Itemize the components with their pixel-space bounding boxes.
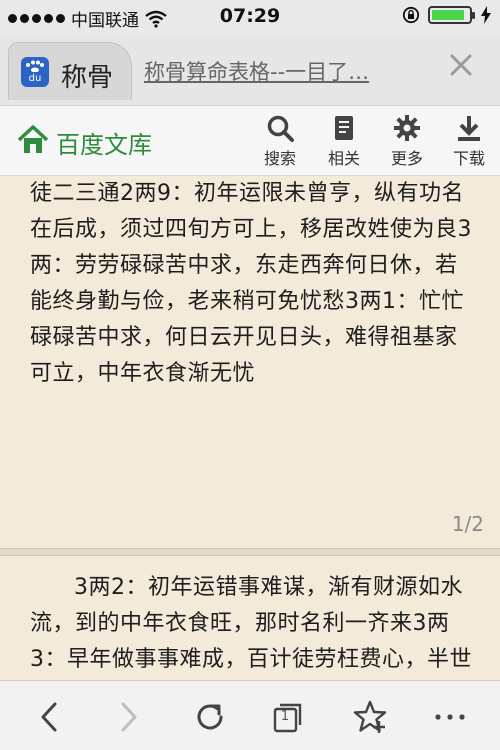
download-button[interactable]: 下载: [443, 114, 495, 169]
document-text: 徒二三通2两9：初年运限未曾亨，纵有功名在后成，须过四旬方可上，移居改姓使为良3…: [30, 181, 472, 386]
wenku-header: 百度文库 搜索 相关 更多 下载: [0, 106, 500, 176]
more-options-icon[interactable]: [432, 699, 468, 735]
search-icon: [267, 115, 294, 142]
related-doc-icon: [335, 116, 353, 140]
browser-tab-bar: du 称骨 称骨算命表格--一目了…: [0, 34, 500, 106]
search-button[interactable]: 搜索: [254, 114, 306, 169]
more-button[interactable]: 更多: [381, 114, 433, 169]
document-page-2: 3两2：初年运错事难谋，渐有财源如水流，到的中年衣食旺，那时名利一齐来3两3：早…: [0, 556, 500, 680]
baidu-logo-icon: du: [21, 57, 49, 87]
download-icon: [458, 116, 480, 141]
tabs-button[interactable]: 1: [273, 703, 303, 733]
document-text: 3两2：初年运错事难谋，渐有财源如水流，到的中年衣食旺，那时名利一齐来3两3：早…: [30, 575, 472, 672]
status-right: [402, 6, 492, 24]
related-button[interactable]: 相关: [318, 114, 370, 169]
refresh-icon[interactable]: [192, 699, 228, 735]
back-icon[interactable]: [32, 699, 68, 735]
status-bar: 中国联通 07:29: [0, 0, 500, 34]
brand-title[interactable]: 百度文库: [56, 125, 152, 160]
page-indicator: 1/2: [451, 512, 484, 536]
home-icon[interactable]: [16, 124, 50, 156]
bookmark-star-icon[interactable]: [352, 699, 388, 735]
page-divider: [0, 548, 500, 556]
active-tab[interactable]: du 称骨: [8, 42, 132, 100]
tab-count: 1: [280, 709, 290, 724]
battery-icon: [428, 6, 475, 24]
forward-icon[interactable]: [110, 699, 146, 735]
browser-toolbar: 1: [0, 680, 500, 750]
related-label: 相关: [327, 149, 360, 168]
tab-title: 称骨: [61, 63, 114, 93]
rotation-lock-icon: [402, 6, 420, 24]
more-label: 更多: [390, 149, 423, 168]
gear-icon: [394, 115, 420, 141]
download-label: 下载: [452, 149, 485, 168]
page-title-link[interactable]: 称骨算命表格--一目了…: [144, 56, 424, 86]
close-icon[interactable]: [448, 52, 474, 78]
document-page-1: 徒二三通2两9：初年运限未曾亨，纵有功名在后成，须过四旬方可上，移居改姓使为良3…: [0, 176, 500, 548]
search-label: 搜索: [263, 149, 296, 168]
charging-icon: [481, 6, 491, 24]
